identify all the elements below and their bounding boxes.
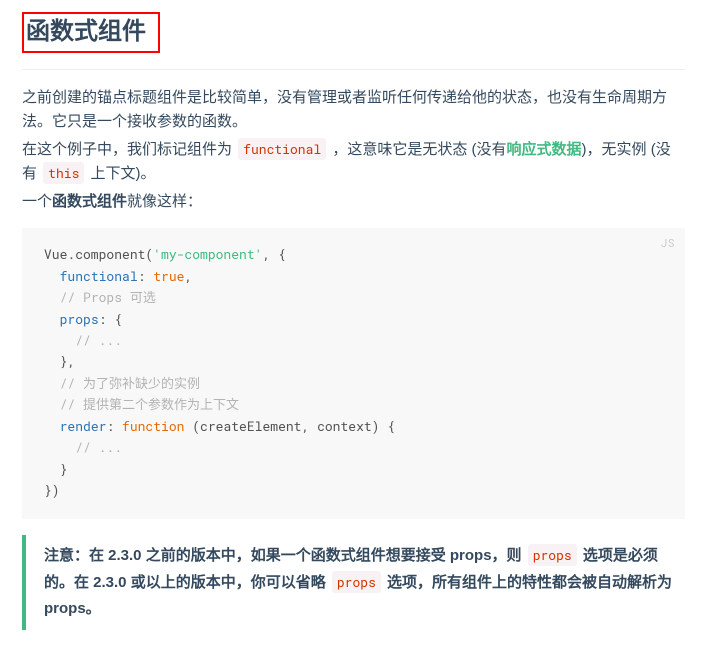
note-text: 注意：在 2.3.0 之前的版本中，如果一个函数式组件想要接受 props，则 (44, 547, 526, 564)
intro-paragraph-1: 之前创建的锚点标题组件是比较简单，没有管理或者监听任何传递给他的状态，也没有生命… (22, 86, 685, 134)
divider (22, 69, 685, 70)
inline-code-props: props (528, 544, 577, 566)
reactive-data-link[interactable]: 响应式数据 (507, 141, 582, 158)
text: 一个 (22, 193, 52, 210)
inline-code-props: props (332, 571, 381, 593)
code-example: JSVue.component('my-component', { functi… (22, 228, 685, 519)
intro-paragraph-3: 一个函数式组件就像这样： (22, 190, 685, 214)
text: 就像这样： (127, 193, 202, 210)
text: ，这意味它是无状态 (没有 (328, 141, 506, 158)
section-heading: 函数式组件 (22, 12, 160, 53)
text: 上下文)。 (86, 165, 155, 182)
code-language-tag: JS (661, 234, 675, 252)
text: 在这个例子中，我们标记组件为 (22, 141, 236, 158)
note-block: 注意：在 2.3.0 之前的版本中，如果一个函数式组件想要接受 props，则 … (22, 535, 685, 630)
intro-paragraph-2: 在这个例子中，我们标记组件为 functional ，这意味它是无状态 (没有响… (22, 138, 685, 186)
bold-text: 函数式组件 (52, 193, 127, 210)
inline-code-functional: functional (238, 138, 326, 160)
inline-code-this: this (43, 162, 84, 184)
